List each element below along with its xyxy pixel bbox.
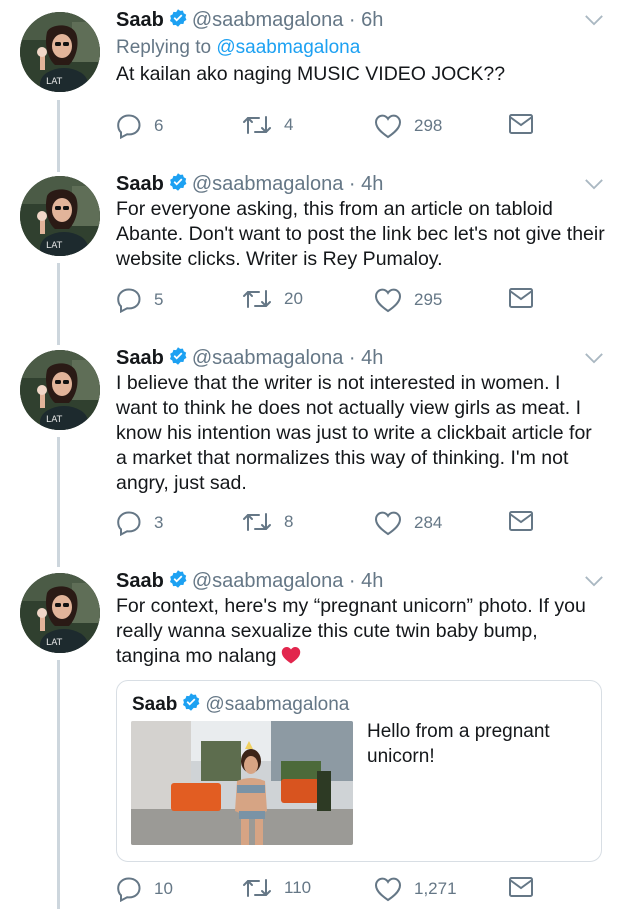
tweet-header: Saab @saabmagalona · 4h: [116, 172, 383, 196]
display-name[interactable]: Saab: [116, 173, 164, 195]
retweet-count: 4: [284, 115, 294, 134]
quoted-tweet-header: Saab @saabmagalona: [132, 692, 349, 716]
replying-to-label: Replying to: [116, 37, 212, 58]
retweet-count: 8: [284, 512, 294, 531]
replying-to: Replying to @saabmagalona: [116, 36, 360, 60]
reply-count: 10: [154, 879, 173, 898]
photo-thumbnail: [131, 721, 353, 845]
tweet-timestamp[interactable]: · 4h: [349, 347, 383, 369]
user-handle[interactable]: @saabmagalona: [192, 570, 344, 592]
retweet-button[interactable]: 110: [242, 876, 311, 900]
tweet-actions: 10 110 1,271: [116, 876, 536, 902]
reply-count: 5: [154, 290, 164, 309]
user-handle[interactable]: @saabmagalona: [192, 9, 344, 31]
reply-count: 3: [154, 513, 164, 532]
avatar[interactable]: [20, 573, 100, 653]
heart-icon: [374, 113, 402, 139]
like-button[interactable]: 284: [374, 510, 442, 536]
retweet-icon: [242, 287, 272, 311]
reply-icon: [116, 876, 142, 902]
red-heart-emoji-icon: [282, 647, 301, 664]
like-count: 1,271: [414, 879, 457, 898]
heart-icon: [374, 876, 402, 902]
tweet-timestamp[interactable]: · 6h: [349, 9, 383, 31]
display-name[interactable]: Saab: [116, 347, 164, 369]
reply-icon: [116, 287, 142, 313]
display-name[interactable]: Saab: [116, 570, 164, 592]
tweet[interactable]: Saab @saabmagalona · 4h For everyone aski…: [0, 164, 620, 339]
quoted-display-name: Saab: [132, 694, 178, 715]
heart-icon: [374, 287, 402, 313]
reply-button[interactable]: 5: [116, 287, 163, 313]
avatar[interactable]: [20, 176, 100, 256]
user-handle[interactable]: @saabmagalona: [192, 347, 344, 369]
verified-badge-icon: [168, 8, 188, 28]
verified-badge-icon: [181, 692, 201, 712]
heart-icon: [374, 510, 402, 536]
direct-message-button[interactable]: [508, 876, 546, 898]
display-name[interactable]: Saab: [116, 9, 164, 31]
like-button[interactable]: 295: [374, 287, 442, 313]
tweet-text-content: For context, here's my “pregnant unicorn…: [116, 595, 586, 667]
verified-badge-icon: [168, 569, 188, 589]
reply-count: 6: [154, 116, 164, 135]
retweet-button[interactable]: 8: [242, 510, 293, 534]
tweet-header: Saab @saabmagalona · 6h: [116, 8, 383, 32]
tweet-timestamp[interactable]: · 4h: [349, 173, 383, 195]
quoted-tweet-photo[interactable]: [131, 721, 353, 845]
retweet-icon: [242, 113, 272, 137]
tweet-text: At kailan ako naging MUSIC VIDEO JOCK??: [116, 63, 506, 85]
chevron-down-icon[interactable]: [584, 178, 604, 191]
reply-icon: [116, 113, 142, 139]
retweet-icon: [242, 876, 272, 900]
avatar[interactable]: [20, 12, 100, 92]
verified-badge-icon: [168, 172, 188, 192]
retweet-count: 20: [284, 289, 303, 308]
direct-message-button[interactable]: [508, 113, 546, 135]
quoted-tweet-text: Hello from a pregnant unicorn!: [367, 721, 550, 767]
like-count: 284: [414, 513, 443, 532]
reply-button[interactable]: 3: [116, 510, 163, 536]
retweet-icon: [242, 510, 272, 534]
tweet-text: For context, here's my “pregnant unicorn…: [116, 594, 606, 669]
reply-button[interactable]: 6: [116, 113, 163, 139]
tweet-header: Saab @saabmagalona · 4h: [116, 569, 383, 593]
envelope-icon: [508, 113, 534, 135]
tweet[interactable]: Saab @saabmagalona · 4h I believe that th…: [0, 338, 620, 563]
like-button[interactable]: 298: [374, 113, 442, 139]
retweet-button[interactable]: 4: [242, 113, 293, 137]
direct-message-button[interactable]: [508, 287, 546, 309]
retweet-count: 110: [284, 878, 312, 897]
like-count: 298: [414, 116, 443, 135]
user-handle[interactable]: @saabmagalona: [192, 173, 344, 195]
retweet-button[interactable]: 20: [242, 287, 303, 311]
like-count: 295: [414, 290, 443, 309]
tweet[interactable]: Saab @saabmagalona · 4h For context, here…: [0, 561, 620, 909]
tweet[interactable]: Saab @saabmagalona · 6h Replying to @saab…: [0, 0, 620, 165]
chevron-down-icon[interactable]: [584, 575, 604, 588]
reply-icon: [116, 510, 142, 536]
tweet-text: For everyone asking, this from an articl…: [116, 198, 605, 270]
tweet-header: Saab @saabmagalona · 4h: [116, 346, 383, 370]
envelope-icon: [508, 510, 534, 532]
chevron-down-icon[interactable]: [584, 352, 604, 365]
tweet-timestamp[interactable]: · 4h: [349, 570, 383, 592]
verified-badge-icon: [168, 346, 188, 366]
tweet-actions: 3 8 284: [116, 510, 536, 536]
like-button[interactable]: 1,271: [374, 876, 457, 902]
avatar[interactable]: [20, 350, 100, 430]
envelope-icon: [508, 287, 534, 309]
quoted-user-handle: @saabmagalona: [205, 694, 350, 715]
envelope-icon: [508, 876, 534, 898]
chevron-down-icon[interactable]: [584, 14, 604, 27]
quoted-tweet-card[interactable]: Saab @saabmagalona Hello from a pregnant…: [116, 680, 602, 862]
tweet-actions: 5 20 295: [116, 287, 536, 313]
replying-to-handle[interactable]: @saabmagalona: [216, 37, 360, 58]
tweet-actions: 6 4 298: [116, 113, 536, 139]
tweet-text: I believe that the writer is not interes…: [116, 372, 592, 494]
direct-message-button[interactable]: [508, 510, 546, 532]
reply-button[interactable]: 10: [116, 876, 173, 902]
